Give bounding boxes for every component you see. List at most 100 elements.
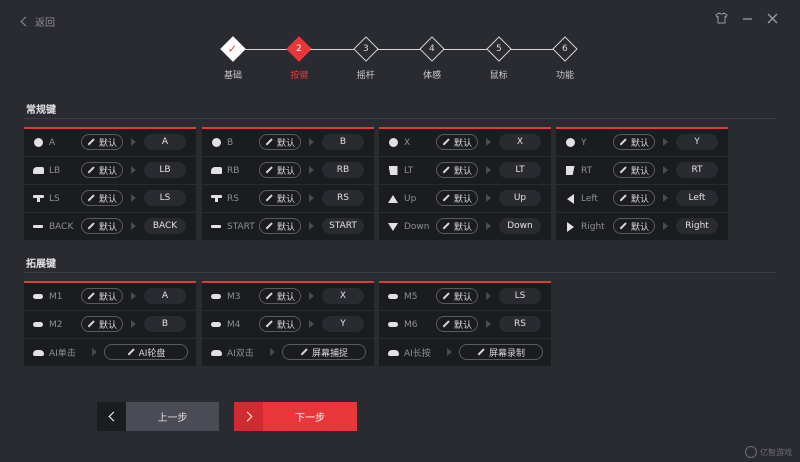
key-name: LB: [49, 165, 61, 176]
step-5[interactable]: 5 鼠标: [484, 34, 514, 81]
key-name: RB: [227, 165, 240, 176]
default-button[interactable]: 默认: [613, 218, 655, 234]
step-4[interactable]: 4 体感: [417, 34, 447, 81]
key-row: B 默认 B: [202, 129, 374, 157]
pill-icon: [32, 322, 44, 327]
key-name: START: [227, 221, 255, 232]
mapped-key[interactable]: B: [322, 134, 364, 150]
default-button[interactable]: 默认: [613, 162, 655, 178]
default-label: 默认: [98, 194, 117, 205]
key-row: LB 默认 LB: [24, 157, 196, 185]
mapped-key[interactable]: Down: [499, 218, 541, 234]
default-button[interactable]: 默认: [436, 316, 478, 332]
pencil-icon: [87, 292, 95, 300]
arrow-icon: [270, 348, 275, 356]
default-button[interactable]: 默认: [81, 218, 123, 234]
ai-action-button[interactable]: 屏幕录制: [459, 344, 543, 360]
key-name: RT: [581, 165, 593, 176]
ext-key-card: M1 默认 A M2 默认 B AI单击 AI轮盘: [24, 281, 196, 366]
mapped-key[interactable]: LB: [144, 162, 186, 178]
mapped-key[interactable]: START: [322, 218, 364, 234]
pencil-icon: [87, 138, 95, 146]
key-card: Y 默认 Y RT 默认 RT Left 默认 Left Right 默认 Right: [556, 127, 728, 240]
mapped-key[interactable]: A: [144, 288, 186, 304]
skin-icon[interactable]: [715, 12, 728, 28]
key-row: Right 默认 Right: [556, 213, 728, 240]
default-button[interactable]: 默认: [81, 288, 123, 304]
mapped-key[interactable]: LT: [499, 162, 541, 178]
default-button[interactable]: 默认: [436, 218, 478, 234]
key-name: Left: [581, 193, 598, 204]
default-button[interactable]: 默认: [613, 190, 655, 206]
mapped-key[interactable]: BACK: [144, 218, 186, 234]
default-button[interactable]: 默认: [436, 134, 478, 150]
pencil-icon: [300, 348, 308, 356]
prev-step-button[interactable]: 上一步: [97, 402, 219, 431]
ai-action-label: AI轮盘: [138, 348, 166, 359]
default-label: 默认: [98, 138, 117, 149]
pencil-icon: [442, 138, 450, 146]
rt-icon: [564, 166, 576, 175]
mapped-key[interactable]: RB: [322, 162, 364, 178]
default-button[interactable]: 默认: [81, 316, 123, 332]
back-button[interactable]: 返回: [20, 14, 55, 29]
step-number: 3: [362, 43, 369, 54]
mapped-key[interactable]: Left: [676, 190, 718, 206]
default-button[interactable]: 默认: [259, 162, 301, 178]
ext-key-card: M3 默认 X M4 默认 Y AI双击 屏幕捕捉: [202, 281, 374, 366]
pencil-icon: [87, 194, 95, 202]
mapped-key[interactable]: LS: [499, 288, 541, 304]
close-icon[interactable]: [767, 13, 778, 28]
mapped-key[interactable]: LS: [144, 190, 186, 206]
default-button[interactable]: 默认: [81, 190, 123, 206]
pencil-icon: [265, 320, 273, 328]
default-button[interactable]: 默认: [259, 190, 301, 206]
step-1[interactable]: ✓ 基础: [218, 34, 248, 81]
default-button[interactable]: 默认: [259, 218, 301, 234]
chevron-left-icon: [20, 16, 31, 27]
default-label: 默认: [453, 320, 472, 331]
mapped-key[interactable]: Y: [676, 134, 718, 150]
key-name: X: [404, 137, 411, 148]
default-button[interactable]: 默认: [259, 134, 301, 150]
default-label: 默认: [630, 194, 649, 205]
mapped-key[interactable]: Right: [676, 218, 718, 234]
default-button[interactable]: 默认: [81, 134, 123, 150]
key-row: LT 默认 LT: [379, 157, 551, 185]
default-button[interactable]: 默认: [259, 316, 301, 332]
mapped-key[interactable]: Y: [322, 316, 364, 332]
default-button[interactable]: 默认: [613, 134, 655, 150]
mapped-key[interactable]: RT: [676, 162, 718, 178]
divider: [24, 272, 776, 273]
mapped-key[interactable]: RS: [499, 316, 541, 332]
minimize-icon[interactable]: [742, 13, 753, 28]
default-button[interactable]: 默认: [436, 288, 478, 304]
mapped-key[interactable]: X: [499, 134, 541, 150]
lb-icon: [32, 167, 44, 174]
default-button[interactable]: 默认: [259, 288, 301, 304]
mapped-key[interactable]: Up: [499, 190, 541, 206]
default-button[interactable]: 默认: [81, 162, 123, 178]
arrow-icon: [663, 138, 668, 146]
default-button[interactable]: 默认: [436, 162, 478, 178]
pencil-icon: [442, 166, 450, 174]
step-6[interactable]: 6 功能: [550, 34, 580, 81]
mapped-key[interactable]: B: [144, 316, 186, 332]
default-button[interactable]: 默认: [436, 190, 478, 206]
default-label: 默认: [453, 138, 472, 149]
key-row: RS 默认 RS: [202, 185, 374, 213]
mapped-key[interactable]: X: [322, 288, 364, 304]
mapped-key[interactable]: A: [144, 134, 186, 150]
default-label: 默认: [276, 194, 295, 205]
key-name: B: [227, 137, 234, 148]
step-2[interactable]: 2 按键: [284, 34, 314, 81]
key-row: RT 默认 RT: [556, 157, 728, 185]
ai-action-button[interactable]: 屏幕捕捉: [282, 344, 366, 360]
step-3[interactable]: 3 摇杆: [351, 34, 381, 81]
step-label: 鼠标: [489, 71, 508, 81]
next-step-button[interactable]: 下一步: [234, 402, 357, 431]
mapped-key[interactable]: RS: [322, 190, 364, 206]
ai-action-button[interactable]: AI轮盘: [104, 344, 188, 360]
pencil-icon: [619, 166, 627, 174]
step-marker: 4: [419, 36, 445, 62]
